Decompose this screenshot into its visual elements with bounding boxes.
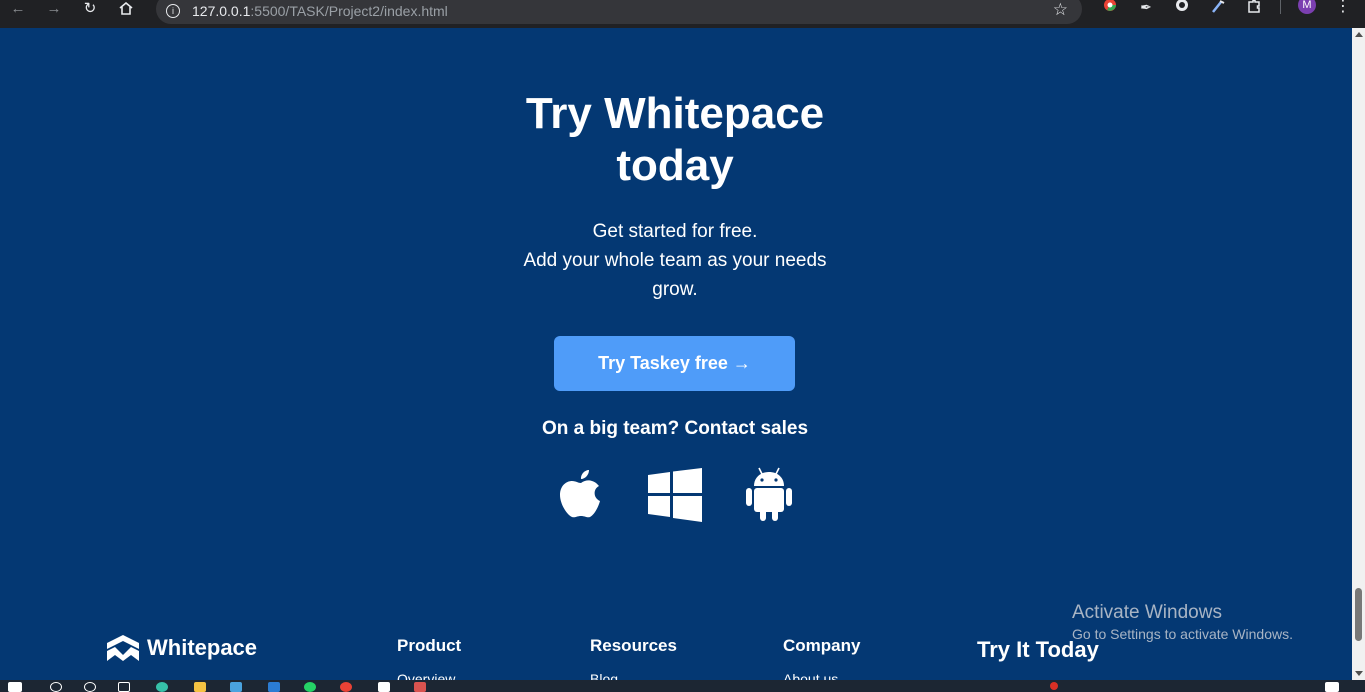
scroll-down-arrow-icon[interactable]: [1355, 671, 1363, 676]
extension-color-icon[interactable]: [1100, 0, 1120, 14]
apple-icon[interactable]: [558, 466, 604, 527]
file-explorer-icon[interactable]: [194, 682, 206, 692]
extension-eyedropper-icon[interactable]: [1208, 0, 1228, 14]
vscode-icon[interactable]: [268, 682, 280, 692]
scrollbar-thumb[interactable]: [1355, 588, 1362, 641]
toolbar-divider: [1280, 0, 1281, 14]
hero-subtitle: Get started for free. Add your whole tea…: [0, 217, 1350, 304]
hero-subtitle-line2: Add your whole team as your needs: [523, 250, 827, 271]
site-info-icon[interactable]: i: [166, 4, 180, 18]
bookmark-star-icon[interactable]: ☆: [1053, 0, 1068, 20]
try-taskey-button[interactable]: Try Taskey free →: [554, 336, 795, 391]
windows-icon[interactable]: [648, 468, 702, 527]
hero-title: Try Whitepace today: [0, 88, 1350, 192]
browser-toolbar: ← → ↻ i 127.0.0.1:5500/TASK/Project2/ind…: [0, 0, 1365, 28]
store-icon[interactable]: [230, 682, 242, 692]
browser-menu-icon[interactable]: ⋮: [1335, 0, 1351, 16]
edge-icon[interactable]: [156, 682, 168, 692]
whitepace-logo-icon: [107, 635, 139, 661]
chrome-icon[interactable]: [340, 682, 352, 692]
windows-taskbar: [0, 680, 1365, 692]
footer-logo[interactable]: Whitepace: [107, 635, 257, 661]
footer-col-company-title: Company: [783, 636, 861, 655]
search-icon[interactable]: [50, 682, 62, 692]
contact-sales-link[interactable]: On a big team? Contact sales: [0, 418, 1350, 440]
app-icon[interactable]: [378, 682, 390, 692]
hero-subtitle-line1: Get started for free.: [592, 221, 758, 242]
watermark-title: Activate Windows: [1072, 602, 1222, 623]
home-icon[interactable]: [108, 0, 144, 22]
extensions-puzzle-icon[interactable]: [1244, 0, 1264, 14]
app-red-icon[interactable]: [414, 682, 426, 692]
cortana-icon[interactable]: [84, 682, 96, 692]
page-content: Try Whitepace today Get started for free…: [0, 28, 1352, 687]
scroll-up-arrow-icon[interactable]: [1355, 32, 1363, 37]
profile-avatar[interactable]: M: [1298, 0, 1316, 14]
watermark-subtitle: Go to Settings to activate Windows.: [1072, 626, 1293, 642]
hero-title-line2: today: [616, 141, 734, 190]
forward-icon[interactable]: →: [36, 0, 72, 22]
address-bar[interactable]: i 127.0.0.1:5500/TASK/Project2/index.htm…: [156, 0, 1082, 24]
task-view-icon[interactable]: [118, 682, 130, 692]
footer-brand: Whitepace: [147, 635, 258, 660]
back-icon[interactable]: ←: [0, 0, 36, 22]
whatsapp-icon[interactable]: [304, 682, 316, 692]
notification-badge-icon[interactable]: [1050, 682, 1058, 690]
footer-col-resources-title: Resources: [590, 636, 677, 655]
hero-title-line1: Try Whitepace: [525, 89, 825, 138]
vertical-scrollbar[interactable]: [1352, 28, 1365, 680]
windows-start-icon[interactable]: [8, 682, 22, 692]
windows-activation-watermark: Activate Windows Go to Settings to activ…: [1072, 602, 1293, 642]
footer-col-product-title: Product: [397, 636, 462, 655]
extension-pen-icon[interactable]: ✒: [1136, 0, 1156, 15]
extension-circle-icon[interactable]: [1172, 0, 1192, 14]
action-center-icon[interactable]: [1325, 682, 1339, 692]
android-icon[interactable]: [745, 466, 793, 527]
hero-subtitle-line3: grow.: [652, 279, 698, 300]
url-text: 127.0.0.1:5500/TASK/Project2/index.html: [192, 3, 448, 19]
reload-icon[interactable]: ↻: [72, 0, 108, 22]
